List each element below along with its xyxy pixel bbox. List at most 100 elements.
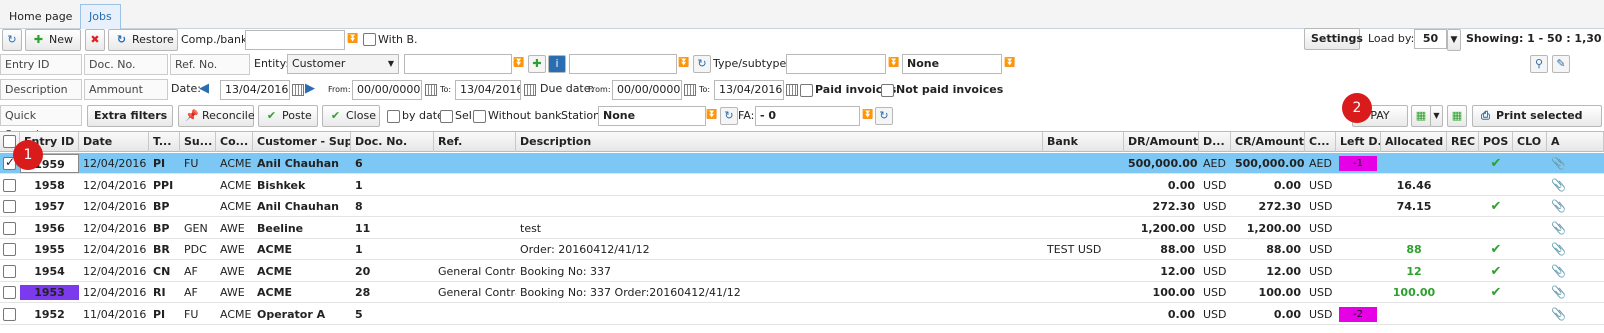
ammount-filter[interactable]: Ammount [84, 79, 168, 100]
export-dropdown-button[interactable]: ▼ [1430, 105, 1443, 127]
refresh-button[interactable]: ↻ [2, 29, 22, 51]
chevron-down-icon[interactable]: ⏬ [888, 54, 900, 74]
doc-no-filter[interactable]: Doc. No. [84, 54, 168, 75]
paperclip-icon[interactable]: 📎 [1547, 196, 1567, 217]
close-button[interactable]: ✔ Close [322, 105, 380, 127]
paperclip-icon[interactable]: 📎 [1547, 153, 1567, 174]
chevron-down-icon[interactable]: ⏬ [862, 106, 874, 126]
col-ref[interactable]: Ref. [434, 132, 516, 152]
paperclip-icon[interactable]: 📎 [1547, 218, 1567, 239]
poste-button[interactable]: ✔ Poste [258, 105, 318, 127]
entity-extra-input[interactable] [569, 54, 677, 74]
comp-bank-input[interactable] [245, 30, 345, 50]
row-checkbox[interactable] [3, 178, 16, 192]
calendar-icon[interactable] [786, 84, 798, 96]
col-cr-currency[interactable]: C... [1305, 132, 1336, 152]
paperclip-icon[interactable]: 📎 [1547, 282, 1567, 303]
entry-id-filter[interactable]: Entry ID [0, 54, 82, 75]
row-checkbox[interactable] [3, 286, 16, 299]
entity-search-input[interactable] [404, 54, 512, 74]
col-description[interactable]: Description [516, 132, 1043, 152]
col-allocated[interactable]: Allocated [1381, 132, 1447, 152]
col-clo[interactable]: CLO [1513, 132, 1547, 152]
table-row[interactable]: 1954 12/04/2016 CN AF AWE ACME 20 General Contr… [0, 261, 1604, 282]
date-to-input[interactable]: 13/04/2016 [455, 80, 521, 100]
date-input[interactable]: 13/04/2016 [220, 80, 290, 100]
row-checkbox[interactable] [3, 221, 16, 235]
row-checkbox[interactable] [3, 264, 16, 278]
add-entity-button[interactable]: ✚ [528, 55, 546, 73]
calendar-icon[interactable] [524, 84, 536, 96]
reconcile-button[interactable]: 📌 Reconcile [178, 105, 255, 127]
due-from-input[interactable]: 00/00/0000 [612, 80, 682, 100]
with-b-checkbox[interactable] [363, 33, 376, 46]
sel-checkbox[interactable] [440, 110, 453, 123]
col-subtype[interactable]: Su... [180, 132, 216, 152]
ref-no-filter[interactable]: Ref. No. [170, 54, 250, 75]
entity-select[interactable]: Customer ▼ [287, 54, 399, 74]
row-checkbox[interactable] [3, 200, 16, 213]
not-paid-invoices-checkbox[interactable] [881, 84, 894, 97]
col-cr-amount[interactable]: CR/Amount [1231, 132, 1305, 152]
arrow-left-icon[interactable]: ◀ [199, 79, 209, 99]
type-subtype-select[interactable] [786, 54, 886, 74]
table-row[interactable]: 1952 11/04/2016 PI FU ACME Operator A 5 0.00 USD… [0, 304, 1604, 325]
tab-home-page[interactable]: Home page [0, 4, 81, 29]
export-button[interactable]: ▦ [1411, 105, 1431, 127]
search-button[interactable]: ⚲ [1530, 55, 1548, 73]
description-filter[interactable]: Description [0, 79, 82, 100]
row-checkbox[interactable] [3, 307, 16, 321]
select-all-checkbox[interactable] [3, 135, 16, 148]
by-date-checkbox[interactable] [387, 110, 400, 123]
load-by-select[interactable]: 50 [1414, 29, 1447, 49]
chevron-down-icon[interactable]: ⏬ [1004, 54, 1016, 74]
table-row[interactable]: 1956 12/04/2016 BP GEN AWE Beeline 11 test 1,200… [0, 218, 1604, 239]
station-select[interactable]: None [598, 106, 706, 126]
paid-invoices-checkbox[interactable] [800, 84, 813, 97]
table-row[interactable]: 1958 12/04/2016 PPI ACME Bishkek 1 0.00 USD 0.00… [0, 175, 1604, 196]
col-date[interactable]: Date [79, 132, 149, 152]
chevron-down-icon[interactable]: ⏬ [706, 106, 718, 126]
col-pos[interactable]: POS [1479, 132, 1513, 152]
fa-select[interactable]: - 0 [755, 106, 860, 126]
col-doc-no[interactable]: Doc. No. [351, 132, 434, 152]
col-dr-currency[interactable]: D... [1199, 132, 1231, 152]
col-rec[interactable]: REC [1447, 132, 1479, 152]
col-customer-supplier[interactable]: Customer - Sup... [253, 132, 351, 152]
without-bank-checkbox[interactable] [473, 110, 486, 123]
load-by-dropdown-button[interactable]: ▼ [1447, 29, 1461, 51]
calendar-icon[interactable] [425, 84, 437, 96]
col-company[interactable]: Co... [216, 132, 253, 152]
extra-filters-button[interactable]: Extra filters [87, 105, 173, 127]
table-row[interactable]: 1953 12/04/2016 RI AF AWE ACME 28 General Contr… [0, 282, 1604, 303]
tab-jobs[interactable]: Jobs [80, 4, 121, 29]
paperclip-icon[interactable]: 📎 [1547, 239, 1567, 260]
quick-search-input[interactable]: Quick Search [0, 105, 82, 141]
chevron-down-icon[interactable]: ⏬ [678, 54, 690, 74]
entity-refresh-button[interactable]: ↻ [693, 55, 711, 73]
col-left-days[interactable]: Left D. [1336, 132, 1381, 152]
table-row[interactable]: 1955 12/04/2016 BR PDC AWE ACME 1 Order: 201604… [0, 239, 1604, 260]
table-row[interactable]: 1957 12/04/2016 BP ACME Anil Chauhan 8 272.30 U… [0, 196, 1604, 217]
chevron-down-icon[interactable]: ⏬ [513, 54, 525, 74]
due-to-input[interactable]: 13/04/2016 [714, 80, 784, 100]
arrow-right-icon[interactable]: ▶ [305, 79, 315, 99]
station-refresh-button[interactable]: ↻ [720, 107, 738, 125]
col-type[interactable]: T... [149, 132, 180, 152]
calendar-icon[interactable] [684, 84, 696, 96]
row-checkbox[interactable] [3, 243, 16, 256]
clear-filter-button[interactable]: ✎ [1552, 55, 1570, 73]
col-dr-amount[interactable]: DR/Amount [1124, 132, 1199, 152]
paperclip-icon[interactable]: 📎 [1547, 304, 1567, 325]
paperclip-icon[interactable]: 📎 [1547, 175, 1567, 196]
fa-refresh-button[interactable]: ↻ [875, 107, 893, 125]
restore-button[interactable]: ↻ Restore [108, 29, 178, 51]
date-from-input[interactable]: 00/00/0000 [352, 80, 422, 100]
subtype-select[interactable]: None [902, 54, 1002, 74]
paperclip-icon[interactable]: 📎 [1547, 261, 1567, 282]
settings-button[interactable]: Settings [1304, 28, 1363, 50]
print-selected-button[interactable]: ⎙ Print selected [1472, 105, 1602, 127]
info-button[interactable]: i [548, 55, 566, 73]
new-button[interactable]: ✚ New [25, 29, 81, 51]
table-row[interactable]: 195912/04/2016PIFUACMEAnil Chauhan6500,0… [0, 153, 1604, 174]
